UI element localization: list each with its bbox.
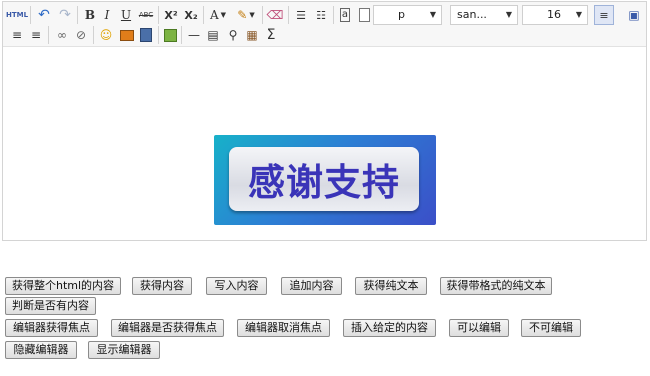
blur-editor-button[interactable]: 编辑器取消焦点 (237, 319, 330, 337)
append-content-button[interactable]: 追加内容 (281, 277, 342, 295)
hide-editor-button[interactable]: 隐藏编辑器 (5, 341, 77, 359)
is-focused-button[interactable]: 编辑器是否获得焦点 (111, 319, 224, 337)
get-formatted-text-button[interactable]: 获得带格式的纯文本 (440, 277, 552, 295)
disable-edit-button[interactable]: 不可编辑 (521, 319, 581, 337)
get-plain-text-button[interactable]: 获得纯文本 (355, 277, 427, 295)
write-content-button[interactable]: 写入内容 (206, 277, 267, 295)
has-content-button[interactable]: 判断是否有内容 (5, 297, 96, 315)
get-content-button[interactable]: 获得内容 (132, 277, 192, 295)
enable-edit-button[interactable]: 可以编辑 (449, 319, 509, 337)
get-all-html-button[interactable]: 获得整个html的内容 (5, 277, 121, 295)
show-editor-button[interactable]: 显示编辑器 (88, 341, 160, 359)
focus-editor-button[interactable]: 编辑器获得焦点 (5, 319, 98, 337)
api-button-panel: 获得整个html的内容 获得内容 写入内容 追加内容 获得纯文本 获得带格式的纯… (0, 0, 650, 376)
insert-content-button[interactable]: 插入给定的内容 (343, 319, 436, 337)
